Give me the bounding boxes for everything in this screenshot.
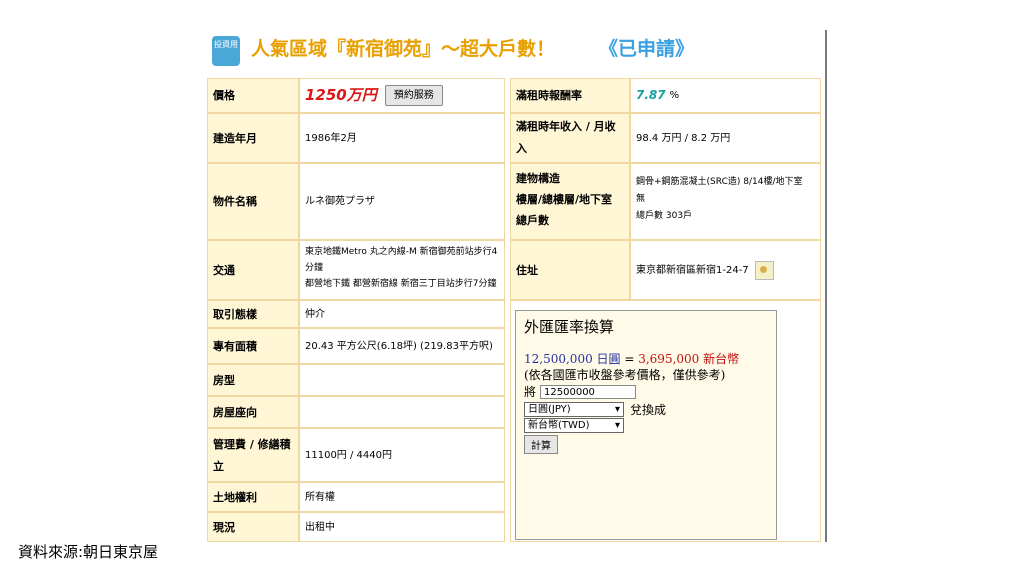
room-type-value: [299, 364, 505, 396]
listing-title: 人氣區域『新宿御苑』～超大戶數！: [251, 38, 556, 60]
amount-input[interactable]: 12500000: [540, 384, 637, 399]
result-twd: 3,695,000 新台幣: [638, 352, 740, 366]
build-date-label: 建造年月: [207, 113, 299, 163]
address-value: 東京都新宿區新宿1-24-7: [630, 240, 821, 300]
value-line: 無: [636, 194, 646, 204]
converter-note: (依各國匯市收盤參考價格，僅供參考): [524, 368, 726, 382]
yield-unit: %: [669, 90, 680, 101]
calculate-button[interactable]: 計算: [524, 435, 558, 454]
transport-line: 都營地下鐵 都營新宿線 新宿三丁目站步行7分鐘: [305, 279, 497, 289]
conversion-result: 12,500,000 日圓 = 3,695,000 新台幣: [524, 350, 739, 367]
yield-value: 7.87 %: [630, 78, 821, 113]
address-label: 住址: [510, 240, 630, 300]
label-line: 入: [516, 142, 527, 155]
listing-header: 投資用 人氣區域『新宿御苑』～超大戶數！ 《已申請》: [207, 30, 825, 78]
area-label: 專有面積: [207, 328, 299, 364]
from-currency-select[interactable]: 日圓(JPY): [524, 402, 624, 417]
orientation-label: 房屋座向: [207, 396, 299, 428]
transport-line: 分鐘: [305, 263, 324, 273]
current-status-label: 現況: [207, 512, 299, 542]
convert-to-label: 兌換成: [630, 403, 667, 417]
management-fee-value: 11100円 / 4440円: [299, 428, 505, 482]
value-line: 鋼骨+鋼筋混凝土(SRC造) 8/14樓/地下室: [636, 177, 803, 187]
structure-label: 建物構造 樓層/總樓層/地下室 總戶數: [510, 163, 630, 240]
annual-income-label: 滿租時年收入 / 月收 入: [510, 113, 630, 163]
transport-line: 東京地鐵Metro 丸之內線-M 新宿御苑前站步行4: [305, 247, 498, 257]
from-currency-row: 日圓(JPY) 兌換成: [524, 401, 666, 418]
current-status-value: 出租中: [299, 512, 505, 542]
transaction-type-value: 仲介: [299, 300, 505, 328]
land-rights-label: 土地權利: [207, 482, 299, 512]
map-icon[interactable]: [754, 260, 774, 280]
build-date-value: 1986年2月: [299, 113, 505, 163]
label-line: 滿租時年收入 / 月收: [516, 120, 616, 133]
property-name-label: 物件名稱: [207, 163, 299, 240]
to-currency-select[interactable]: 新台幣(TWD): [524, 418, 624, 433]
label-line: 立: [213, 460, 224, 473]
area-value: 20.43 平方公尺(6.18坪) (219.83平方呎): [299, 328, 505, 364]
converter-title: 外匯匯率換算: [524, 318, 615, 336]
amount-row: 將 12500000: [524, 383, 637, 400]
structure-value: 鋼骨+鋼筋混凝土(SRC造) 8/14樓/地下室 無 總戶數 303戶: [630, 163, 821, 240]
label-line: 樓層/總樓層/地下室: [516, 193, 613, 206]
transaction-type-label: 取引態樣: [207, 300, 299, 328]
yield-label: 滿租時報酬率: [510, 78, 630, 113]
property-name-value: ルネ御苑プラザ: [299, 163, 505, 240]
orientation-value: [299, 396, 505, 428]
result-equals: =: [620, 352, 639, 366]
land-rights-value: 所有權: [299, 482, 505, 512]
application-status: 《已申請》: [599, 38, 695, 60]
price-label: 價格: [207, 78, 299, 113]
result-jpy: 12,500,000 日圓: [524, 352, 621, 366]
annual-income-value: 98.4 万円 / 8.2 万円: [630, 113, 821, 163]
transport-label: 交通: [207, 240, 299, 300]
amount-prefix: 將: [524, 385, 537, 399]
address-text: 東京都新宿區新宿1-24-7: [636, 264, 749, 276]
reserve-service-button[interactable]: 預約服務: [384, 85, 443, 106]
yield-rate: 7.87: [636, 88, 666, 102]
divider-line: [825, 30, 827, 542]
label-line: 建物構造: [516, 172, 560, 185]
management-fee-label: 管理費 / 修繕積 立: [207, 428, 299, 482]
source-caption: 資料來源:朝日東京屋: [18, 543, 159, 561]
investment-badge: 投資用: [212, 36, 240, 66]
price-amount: 1250万円: [305, 86, 377, 104]
value-line: 總戶數 303戶: [636, 211, 693, 221]
price-value: 1250万円 預約服務: [299, 78, 505, 113]
listing-screenshot: 投資用 人氣區域『新宿御苑』～超大戶數！ 《已申請》 價格 1250万円 預約服…: [207, 30, 825, 542]
to-currency-row: 新台幣(TWD): [524, 418, 624, 433]
transport-value: 東京地鐵Metro 丸之內線-M 新宿御苑前站步行4 分鐘 都營地下鐵 都營新宿…: [299, 240, 505, 300]
room-type-label: 房型: [207, 364, 299, 396]
currency-converter: 外匯匯率換算 12,500,000 日圓 = 3,695,000 新台幣 (依各…: [515, 310, 777, 540]
label-line: 管理費 / 修繕積: [213, 438, 291, 451]
label-line: 總戶數: [516, 214, 549, 227]
